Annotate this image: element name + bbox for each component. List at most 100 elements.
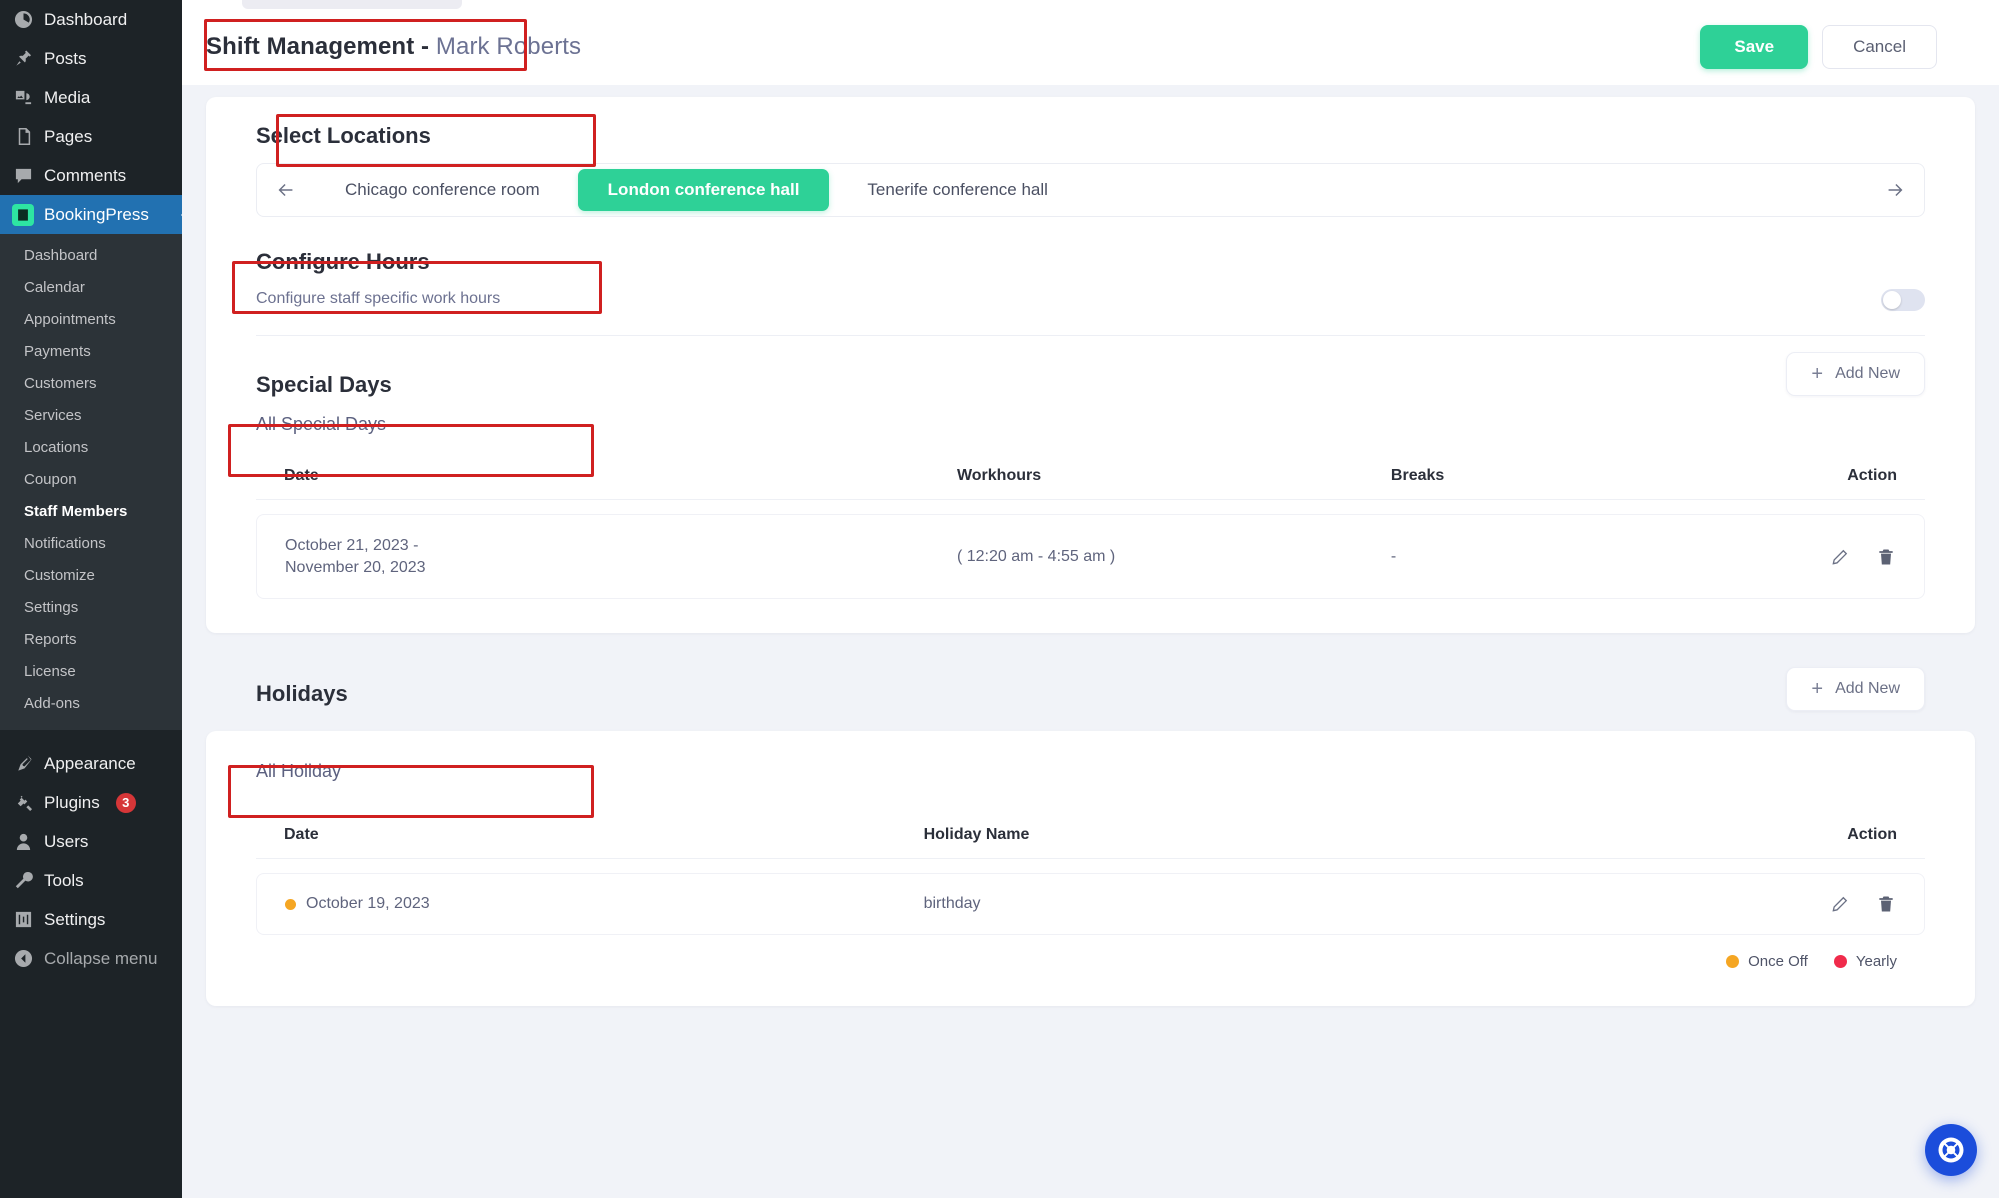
col-breaks: Breaks xyxy=(1390,453,1725,500)
sidebar-item-bookingpress[interactable]: BookingPress xyxy=(0,195,182,234)
cancel-button[interactable]: Cancel xyxy=(1822,25,1937,69)
once-off-dot-icon xyxy=(285,898,296,910)
trash-icon[interactable] xyxy=(1876,547,1896,567)
holidays-card: All Holiday Date Holiday Name Action Oct… xyxy=(206,731,1975,1007)
sidebar-item-users[interactable]: Users xyxy=(0,822,182,861)
sidebar-subitem-customize[interactable]: Customize xyxy=(0,560,182,592)
sidebar-item-tools[interactable]: Tools xyxy=(0,861,182,900)
arrow-left-icon xyxy=(278,183,293,197)
legend-label: Yearly xyxy=(1855,953,1897,971)
configure-hours-row: Configure staff specific work hours xyxy=(256,289,1925,311)
media-icon xyxy=(12,87,34,109)
sidebar-subitem-calendar[interactable]: Calendar xyxy=(0,272,182,304)
users-icon xyxy=(12,831,34,853)
special-days-table: Date Workhours Breaks Action October 21,… xyxy=(256,453,1925,600)
sidebar-item-comments[interactable]: Comments xyxy=(0,156,182,195)
special-days-add-new-button[interactable]: + Add New xyxy=(1786,352,1925,396)
page-title-bold: Shift Management - xyxy=(206,33,430,60)
table-row[interactable]: October 19, 2023 birthday xyxy=(256,873,1925,936)
holidays-tbody: October 19, 2023 birthday xyxy=(256,859,1925,936)
sidebar-item-pages[interactable]: Pages xyxy=(0,117,182,156)
sidebar-item-label: Comments xyxy=(44,166,127,185)
legend-label: Once Off xyxy=(1748,953,1808,971)
row-actions xyxy=(1725,894,1896,914)
cell-breaks: - xyxy=(1390,514,1725,600)
col-action: Action xyxy=(1724,453,1925,500)
sidebar-item-collapse-menu[interactable]: Collapse menu xyxy=(0,939,182,978)
sidebar-item-media[interactable]: Media xyxy=(0,78,182,117)
sidebar-subitem-settings[interactable]: Settings xyxy=(0,592,182,624)
sidebar-item-label: Plugins xyxy=(44,793,100,812)
add-new-label: Add New xyxy=(1835,680,1900,698)
sidebar-item-label: Dashboard xyxy=(44,10,128,29)
legend-yearly: Yearly xyxy=(1833,953,1897,971)
plus-icon: + xyxy=(1811,678,1824,701)
table-header-row: Date Workhours Breaks Action xyxy=(256,453,1925,500)
sidebar-subitem-services[interactable]: Services xyxy=(0,400,182,432)
holidays-card-body: All Holiday Date Holiday Name Action Oct… xyxy=(206,731,1975,1006)
wp-admin-sidebar: Dashboard Posts Media Pages Comments Boo… xyxy=(0,0,182,1198)
sidebar-item-label: Users xyxy=(44,832,89,851)
comment-icon xyxy=(12,165,34,187)
sidebar-subitem-dashboard[interactable]: Dashboard xyxy=(0,240,182,272)
toggle-knob xyxy=(1883,291,1901,309)
configure-hours-toggle[interactable] xyxy=(1881,289,1925,311)
special-days-tbody: October 21, 2023 - November 20, 2023 ( 1… xyxy=(256,500,1925,600)
sidebar-item-label: Posts xyxy=(44,49,87,68)
sidebar-subitem-coupon[interactable]: Coupon xyxy=(0,464,182,496)
col-date: Date xyxy=(256,812,924,860)
sidebar-item-label: BookingPress xyxy=(44,205,149,224)
sidebar-divider xyxy=(0,730,182,744)
help-support-button[interactable] xyxy=(1925,1124,1977,1176)
special-days-header: Special Days + Add New xyxy=(256,336,1925,398)
holidays-title: Holidays xyxy=(256,681,348,707)
location-next-button[interactable] xyxy=(1866,179,1924,201)
plugins-update-badge: 3 xyxy=(115,792,136,813)
all-holiday-subhead: All Holiday xyxy=(256,761,342,782)
dashboard-icon xyxy=(12,9,34,31)
sidebar-subitem-addons[interactable]: Add-ons xyxy=(0,688,182,720)
cell-workhours: ( 12:20 am - 4:55 am ) xyxy=(956,514,1391,600)
cell-date: October 21, 2023 - November 20, 2023 xyxy=(256,514,957,600)
trash-icon[interactable] xyxy=(1876,894,1896,914)
sidebar-subitem-customers[interactable]: Customers xyxy=(0,368,182,400)
header-actions: Save Cancel xyxy=(1700,25,1937,69)
col-holiday-name: Holiday Name xyxy=(923,812,1725,860)
plus-icon: + xyxy=(1811,363,1824,385)
holidays-add-new-button[interactable]: + Add New xyxy=(1786,667,1925,712)
top-strip xyxy=(182,0,1999,9)
sidebar-item-appearance[interactable]: Appearance xyxy=(0,744,182,783)
pencil-icon[interactable] xyxy=(1830,894,1850,914)
once-off-dot-icon xyxy=(1726,955,1740,969)
location-prev-button[interactable] xyxy=(257,179,315,201)
sidebar-subitem-license[interactable]: License xyxy=(0,656,182,688)
location-tab-chicago[interactable]: Chicago conference room xyxy=(315,164,570,216)
cell-action xyxy=(1724,514,1925,600)
sidebar-item-label: Settings xyxy=(44,910,106,929)
sidebar-subitem-appointments[interactable]: Appointments xyxy=(0,304,182,336)
sidebar-item-label: Appearance xyxy=(44,754,136,773)
location-tab-tenerife[interactable]: Tenerife conference hall xyxy=(837,164,1078,216)
pencil-icon[interactable] xyxy=(1830,547,1850,567)
sidebar-item-settings[interactable]: Settings xyxy=(0,900,182,939)
special-days-title: Special Days xyxy=(256,372,392,397)
location-tab-london[interactable]: London conference hall xyxy=(577,169,830,211)
legend-once-off: Once Off xyxy=(1726,953,1808,970)
special-days-thead: Date Workhours Breaks Action xyxy=(256,453,1925,500)
col-action: Action xyxy=(1724,812,1925,860)
col-date: Date xyxy=(256,453,957,500)
sidebar-item-plugins[interactable]: Plugins 3 xyxy=(0,783,182,822)
sidebar-item-posts[interactable]: Posts xyxy=(0,39,182,78)
holidays-header: Holidays + Add New xyxy=(206,655,1975,723)
sidebar-subitem-staff-members[interactable]: Staff Members xyxy=(0,496,182,528)
sidebar-subitem-locations[interactable]: Locations xyxy=(0,432,182,464)
sidebar-subitem-notifications[interactable]: Notifications xyxy=(0,528,182,560)
sidebar-item-label: Collapse menu xyxy=(44,949,158,968)
select-locations-title: Select Locations xyxy=(256,123,431,148)
save-button[interactable]: Save xyxy=(1700,25,1809,69)
table-row[interactable]: October 21, 2023 - November 20, 2023 ( 1… xyxy=(256,514,1925,600)
holiday-legend: Once Off Yearly xyxy=(256,935,1925,970)
sidebar-item-dashboard[interactable]: Dashboard xyxy=(0,0,182,39)
sidebar-subitem-reports[interactable]: Reports xyxy=(0,624,182,656)
sidebar-subitem-payments[interactable]: Payments xyxy=(0,336,182,368)
